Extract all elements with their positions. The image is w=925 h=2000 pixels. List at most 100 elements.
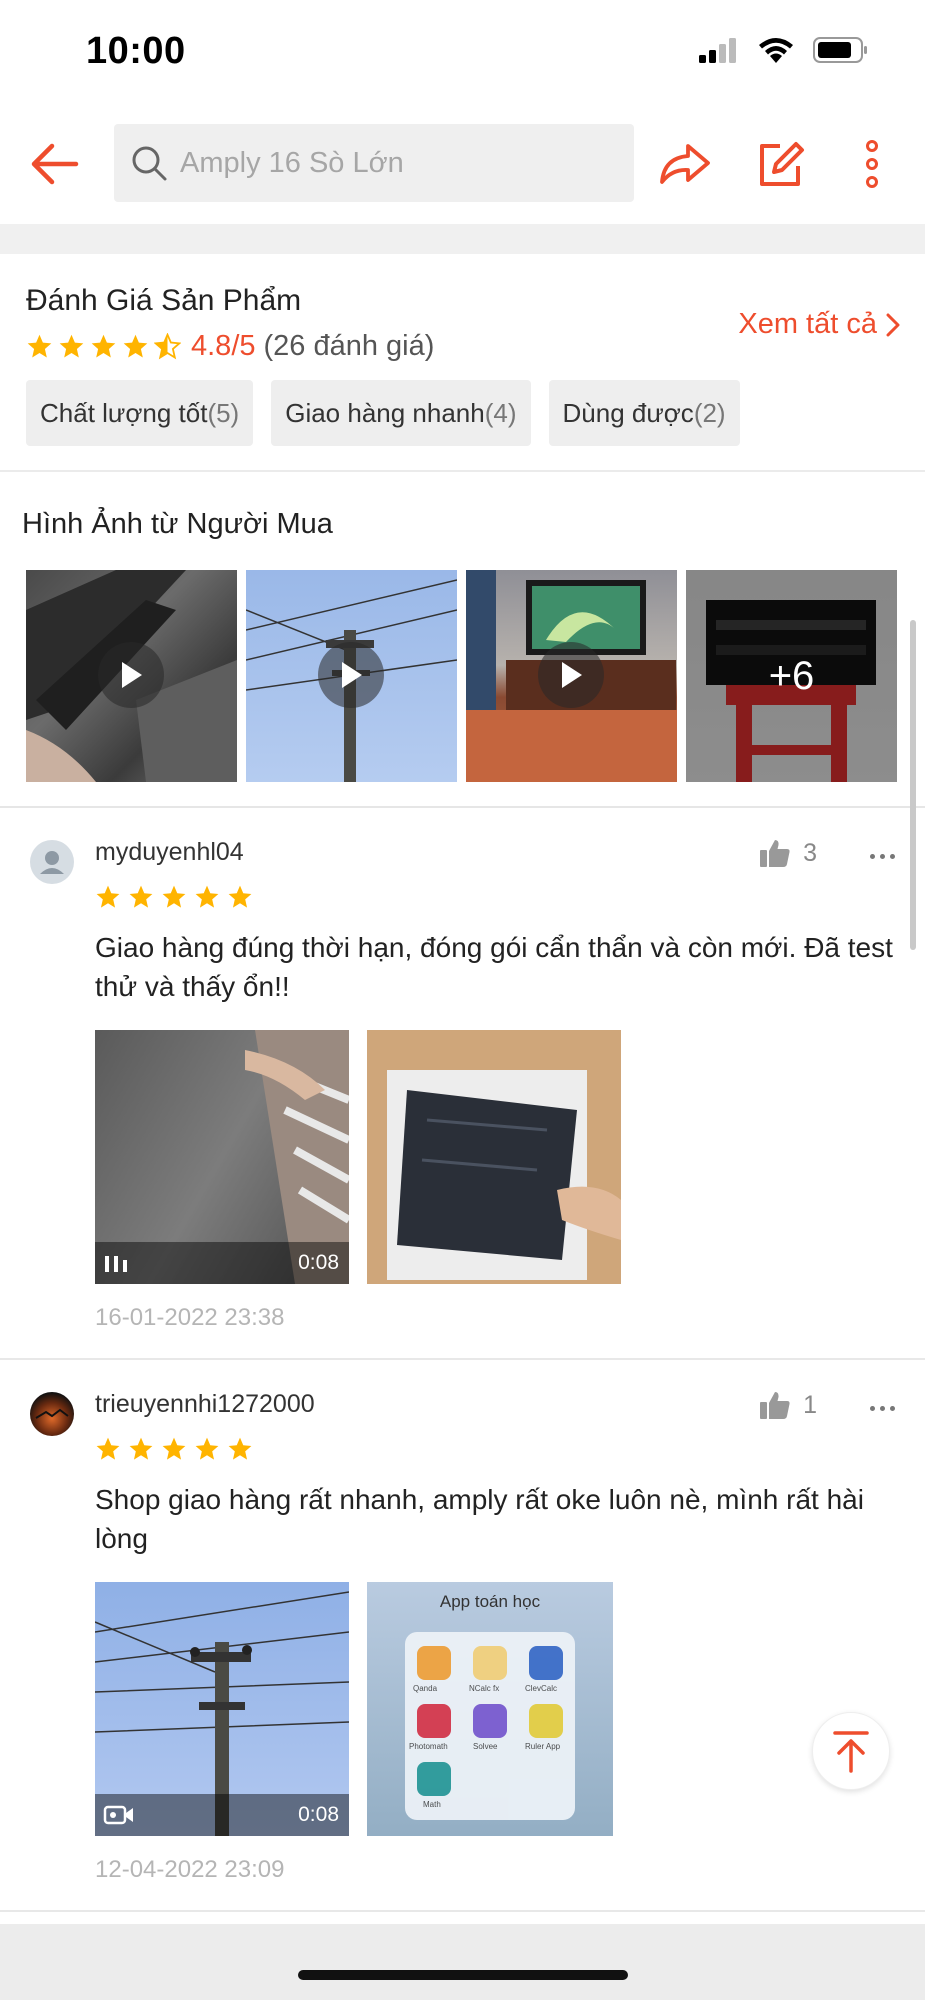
filter-chip-fast-delivery[interactable]: Giao hàng nhanh (4) [271,380,531,446]
video-overlay: 0:08 [95,1242,349,1284]
rating-stars [26,333,181,360]
app-label: Math [423,1800,441,1809]
view-all-label: Xem tất cả [738,308,877,340]
star-icon [123,334,148,358]
app-label: Ruler App [525,1742,561,1751]
chip-count: (2) [693,397,726,428]
star-icon [129,885,153,908]
star-icon [195,1437,219,1460]
app-grid: Qanda NCalc fx ClevCalc Photomath Solvee… [405,1632,575,1820]
app-label: Solvee [473,1742,498,1751]
thumbs-up-icon [760,1392,790,1419]
star-icon [195,885,219,908]
like-count: 1 [803,1390,817,1419]
more-options-icon[interactable] [870,854,895,859]
app-icon [473,1646,507,1680]
review-video[interactable]: 0:08 [95,1030,349,1284]
buyer-video-thumbnail[interactable] [466,570,677,782]
default-user-icon [40,851,64,874]
review-username[interactable]: myduyenhl04 [95,838,244,867]
app-icon [417,1646,451,1680]
buyer-photo-more[interactable]: +6 [686,570,897,782]
search-input[interactable] [180,146,620,180]
search-icon [132,146,167,181]
review-video[interactable]: 0:08 [95,1582,349,1836]
avatar[interactable] [30,1392,74,1436]
review-date: 16-01-2022 23:38 [95,1304,285,1331]
video-duration: 0:08 [298,1803,339,1826]
review-photo[interactable]: App toán học Qanda NCalc fx ClevCalc Pho… [367,1582,613,1836]
rating-score: 4.8/5 [191,330,256,362]
buyer-photo-strip: +6 [26,570,897,782]
home-indicator[interactable] [298,1970,628,1980]
app-icon [417,1762,451,1796]
app-label: Qanda [413,1684,438,1693]
buyer-video-thumbnail[interactable] [246,570,457,782]
video-duration: 0:08 [298,1251,339,1274]
star-icon [96,1437,120,1460]
review-text: Shop giao hàng rất nhanh, amply rất oke … [95,1484,864,1554]
share-icon[interactable] [656,136,712,192]
review-photo[interactable] [367,1030,621,1284]
star-icon [91,334,116,358]
app-icon [417,1704,451,1738]
buyer-photos-section: Hình Ảnh từ Người Mua +6 [0,472,925,808]
app-icon [529,1646,563,1680]
star-icon [129,1437,153,1460]
chip-count: (4) [484,397,517,428]
edit-icon[interactable] [754,138,806,190]
avatar[interactable] [30,840,74,884]
app-icon [529,1704,563,1738]
scroll-to-top-button[interactable] [812,1712,890,1790]
bottom-area [0,1924,925,2000]
chip-label: Chất lượng tốt [40,397,208,428]
thumbs-up-icon [760,840,790,867]
pause-icon [105,1256,127,1272]
half-star-icon [154,333,181,360]
more-photos-count: +6 [686,570,897,782]
more-options-icon[interactable] [870,1406,895,1411]
search-box[interactable] [114,124,634,202]
like-button[interactable]: 3 [759,838,817,868]
photo-content [367,1030,621,1284]
section-divider [0,224,925,254]
filter-chip-usable[interactable]: Dùng được (2) [548,380,740,446]
buyer-video-thumbnail[interactable] [26,570,237,782]
status-bar: 10:00 [0,0,925,100]
review-username[interactable]: trieuyennhi1272000 [95,1390,315,1419]
back-arrow-icon[interactable] [26,136,82,192]
status-icons [699,36,869,64]
chip-count: (5) [207,397,240,428]
app-icon [473,1704,507,1738]
chip-label: Giao hàng nhanh [285,397,485,428]
filter-chip-quality[interactable]: Chất lượng tốt (5) [26,380,254,446]
star-icon [162,1437,186,1460]
app-label: ClevCalc [525,1684,558,1693]
more-vertical-icon[interactable] [856,136,888,192]
star-icon [59,334,84,358]
star-icon [228,885,252,908]
rating-title: Đánh Giá Sản Phẩm [26,284,302,317]
review-stars [95,1436,253,1462]
video-camera-icon [103,1805,133,1825]
review-date: 12-04-2022 23:09 [95,1856,285,1883]
review-card: myduyenhl04 3 Giao hàng đúng thời hạn, đ… [0,808,925,1360]
chip-label: Dùng được [562,397,694,428]
view-all-link[interactable]: Xem tất cả [738,308,901,341]
rating-count: (26 đánh giá) [263,330,435,362]
review-filter-chips: Chất lượng tốt (5) Giao hàng nhanh (4) Dùn… [26,380,740,446]
math-apps-image: App toán học Qanda NCalc fx ClevCalc Pho… [367,1582,613,1836]
star-icon [162,885,186,908]
like-button[interactable]: 1 [759,1390,817,1420]
video-overlay: 0:08 [95,1794,349,1836]
image-title: App toán học [439,1592,541,1611]
rating-summary: 4.8/5 (26 đánh giá) [26,330,434,363]
scrollbar[interactable] [910,620,916,950]
play-icon [538,642,604,708]
sunset-avatar-image [35,1408,69,1419]
review-stars [95,884,253,910]
like-count: 3 [803,838,817,867]
review-card: trieuyennhi1272000 1 Shop giao hàng rất … [0,1360,925,1912]
product-rating-section: Đánh Giá Sản Phẩm 4.8/5 (26 đánh giá) Xe… [0,254,925,472]
arrow-up-to-top-icon [833,1731,869,1773]
